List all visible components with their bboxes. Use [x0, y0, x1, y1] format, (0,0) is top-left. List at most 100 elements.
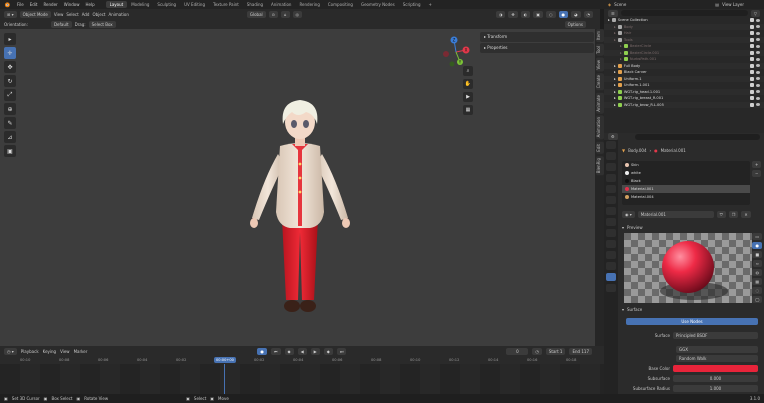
material-name-field[interactable]: Material.001: [637, 211, 714, 218]
menu-keying[interactable]: Keying: [43, 349, 56, 354]
xray-toggle-button[interactable]: ▣: [533, 11, 543, 18]
expand-arrow-icon[interactable]: ▸: [620, 44, 622, 48]
expand-arrow-icon[interactable]: ▸: [614, 90, 616, 94]
shading-material-button[interactable]: ◕: [571, 11, 581, 18]
preview-world-icon[interactable]: ◯: [752, 296, 763, 303]
eye-icon[interactable]: [756, 51, 760, 55]
expand-arrow-icon[interactable]: ▸: [608, 18, 610, 22]
fake-user-button[interactable]: ⛉: [716, 211, 726, 218]
exclude-checkbox[interactable]: [750, 76, 754, 81]
annotate-tool-icon[interactable]: ✎: [4, 117, 16, 129]
workspace-tab-shading[interactable]: Shading: [243, 1, 267, 8]
expand-arrow-icon[interactable]: ▸: [614, 38, 616, 42]
zoom-icon[interactable]: ⌕: [463, 66, 473, 76]
play-icon[interactable]: ▶: [310, 347, 320, 355]
tab-world-icon[interactable]: [606, 196, 616, 204]
menu-window[interactable]: Window: [61, 2, 83, 7]
filter-button[interactable]: ▽: [750, 9, 760, 17]
tab-material-icon[interactable]: [606, 273, 616, 281]
menu-select[interactable]: Select: [66, 12, 78, 17]
exclude-checkbox[interactable]: [750, 96, 754, 101]
exclude-checkbox[interactable]: [750, 83, 754, 88]
properties-search-input[interactable]: [634, 133, 760, 140]
add-workspace-button[interactable]: +: [425, 1, 436, 8]
eye-icon[interactable]: [756, 96, 760, 100]
expand-arrow-icon[interactable]: ▸: [614, 64, 616, 68]
workspace-tab-sculpting[interactable]: Sculpting: [153, 1, 180, 8]
add-slot-button[interactable]: +: [752, 161, 762, 168]
expand-arrow-icon[interactable]: ▸: [614, 77, 616, 81]
record-button[interactable]: ●: [257, 347, 267, 355]
material-slot-item[interactable]: Skin: [622, 161, 750, 169]
preview-cube-icon[interactable]: ■: [752, 251, 763, 258]
drag-dropdown[interactable]: Select Box: [88, 21, 116, 28]
workspace-tab-scripting[interactable]: Scripting: [399, 1, 425, 8]
unlink-material-button[interactable]: ✕: [741, 211, 751, 218]
tab-physics-icon[interactable]: [606, 240, 616, 248]
use-nodes-button[interactable]: Use Nodes: [626, 318, 758, 325]
tab-create[interactable]: Create: [596, 73, 604, 91]
eye-icon[interactable]: [756, 64, 760, 68]
transform-section[interactable]: ▸ Transform: [480, 32, 594, 42]
expand-arrow-icon[interactable]: ▸: [614, 25, 616, 29]
mode-dropdown[interactable]: Object Mode: [19, 11, 51, 18]
tab-constraints-icon[interactable]: [606, 251, 616, 259]
eye-icon[interactable]: [756, 44, 760, 48]
eye-icon[interactable]: [756, 77, 760, 81]
menu-render[interactable]: Render: [40, 2, 60, 7]
workspace-tab-layout[interactable]: Layout: [105, 1, 128, 8]
exclude-checkbox[interactable]: [750, 44, 754, 49]
menu-view-timeline[interactable]: View: [60, 349, 70, 354]
pivot-point-button[interactable]: ⊙: [268, 11, 278, 18]
shading-rendered-button[interactable]: ◔: [583, 11, 593, 18]
measure-tool-icon[interactable]: ⊿: [4, 131, 16, 143]
menu-edit[interactable]: Edit: [27, 2, 41, 7]
tab-render-icon[interactable]: [606, 152, 616, 160]
distribution-dropdown[interactable]: GGX: [676, 346, 758, 353]
view-layer-label[interactable]: View Layer: [722, 2, 744, 7]
preview-panel-header[interactable]: ▾ Preview: [622, 225, 643, 230]
workspace-tab-geometry-nodes[interactable]: Geometry Nodes: [357, 1, 399, 8]
preview-range-button[interactable]: ◷: [532, 347, 542, 355]
exclude-checkbox[interactable]: [750, 89, 754, 94]
blender-logo-icon[interactable]: [3, 1, 11, 8]
tab-modifier-icon[interactable]: [606, 218, 616, 226]
tab-tool-icon[interactable]: [606, 141, 616, 149]
properties-editor-type[interactable]: ⚙: [608, 133, 618, 140]
timeline-editor-type[interactable]: ◷ ▾: [4, 347, 17, 355]
play-reverse-icon[interactable]: ◀: [297, 347, 307, 355]
grid-icon[interactable]: ▦: [463, 105, 473, 115]
tab-item[interactable]: Item: [596, 29, 604, 43]
scene-label[interactable]: Scene: [614, 2, 626, 7]
tab-animation[interactable]: Animation: [596, 115, 604, 140]
jump-start-icon[interactable]: ⏮: [270, 347, 281, 355]
duplicate-material-button[interactable]: ❐: [728, 211, 739, 218]
tab-edit[interactable]: Edit: [596, 141, 604, 154]
exclude-checkbox[interactable]: [750, 57, 754, 62]
material-slot-item[interactable]: white: [622, 169, 750, 177]
menu-file[interactable]: File: [14, 2, 27, 7]
preview-shaderball-icon[interactable]: ◍: [752, 269, 762, 276]
preview-hair-icon[interactable]: ≈: [752, 260, 762, 267]
tab-blenrig[interactable]: BlenRig: [596, 155, 604, 175]
eye-icon[interactable]: [756, 31, 760, 35]
pan-hand-icon[interactable]: ✋: [463, 79, 473, 89]
editor-type-button[interactable]: ⊞ ▾: [4, 11, 17, 18]
menu-object[interactable]: Object: [92, 12, 105, 17]
eye-icon[interactable]: [756, 103, 760, 107]
preview-flat-icon[interactable]: ▭: [752, 233, 763, 240]
prev-keyframe-icon[interactable]: ◆: [284, 347, 294, 355]
expand-arrow-icon[interactable]: ▸: [614, 96, 616, 100]
proportional-edit-button[interactable]: ◎: [292, 11, 303, 18]
exclude-checkbox[interactable]: [750, 18, 754, 23]
subsurface-method-dropdown[interactable]: Random Walk: [676, 355, 758, 362]
end-field[interactable]: End 117: [569, 347, 592, 355]
expand-arrow-icon[interactable]: ▸: [620, 57, 622, 61]
menu-view[interactable]: View: [54, 12, 64, 17]
workspace-tab-texture-paint[interactable]: Texture Paint: [209, 1, 243, 8]
visibility-button[interactable]: ◑: [495, 11, 506, 18]
surface-shader-dropdown[interactable]: Principled BSDF: [673, 332, 758, 339]
outliner-row[interactable]: ▸ WGT-rig_brow_R.L.005: [604, 101, 764, 108]
exclude-checkbox[interactable]: [750, 50, 754, 55]
current-frame-field[interactable]: 0: [506, 347, 529, 355]
